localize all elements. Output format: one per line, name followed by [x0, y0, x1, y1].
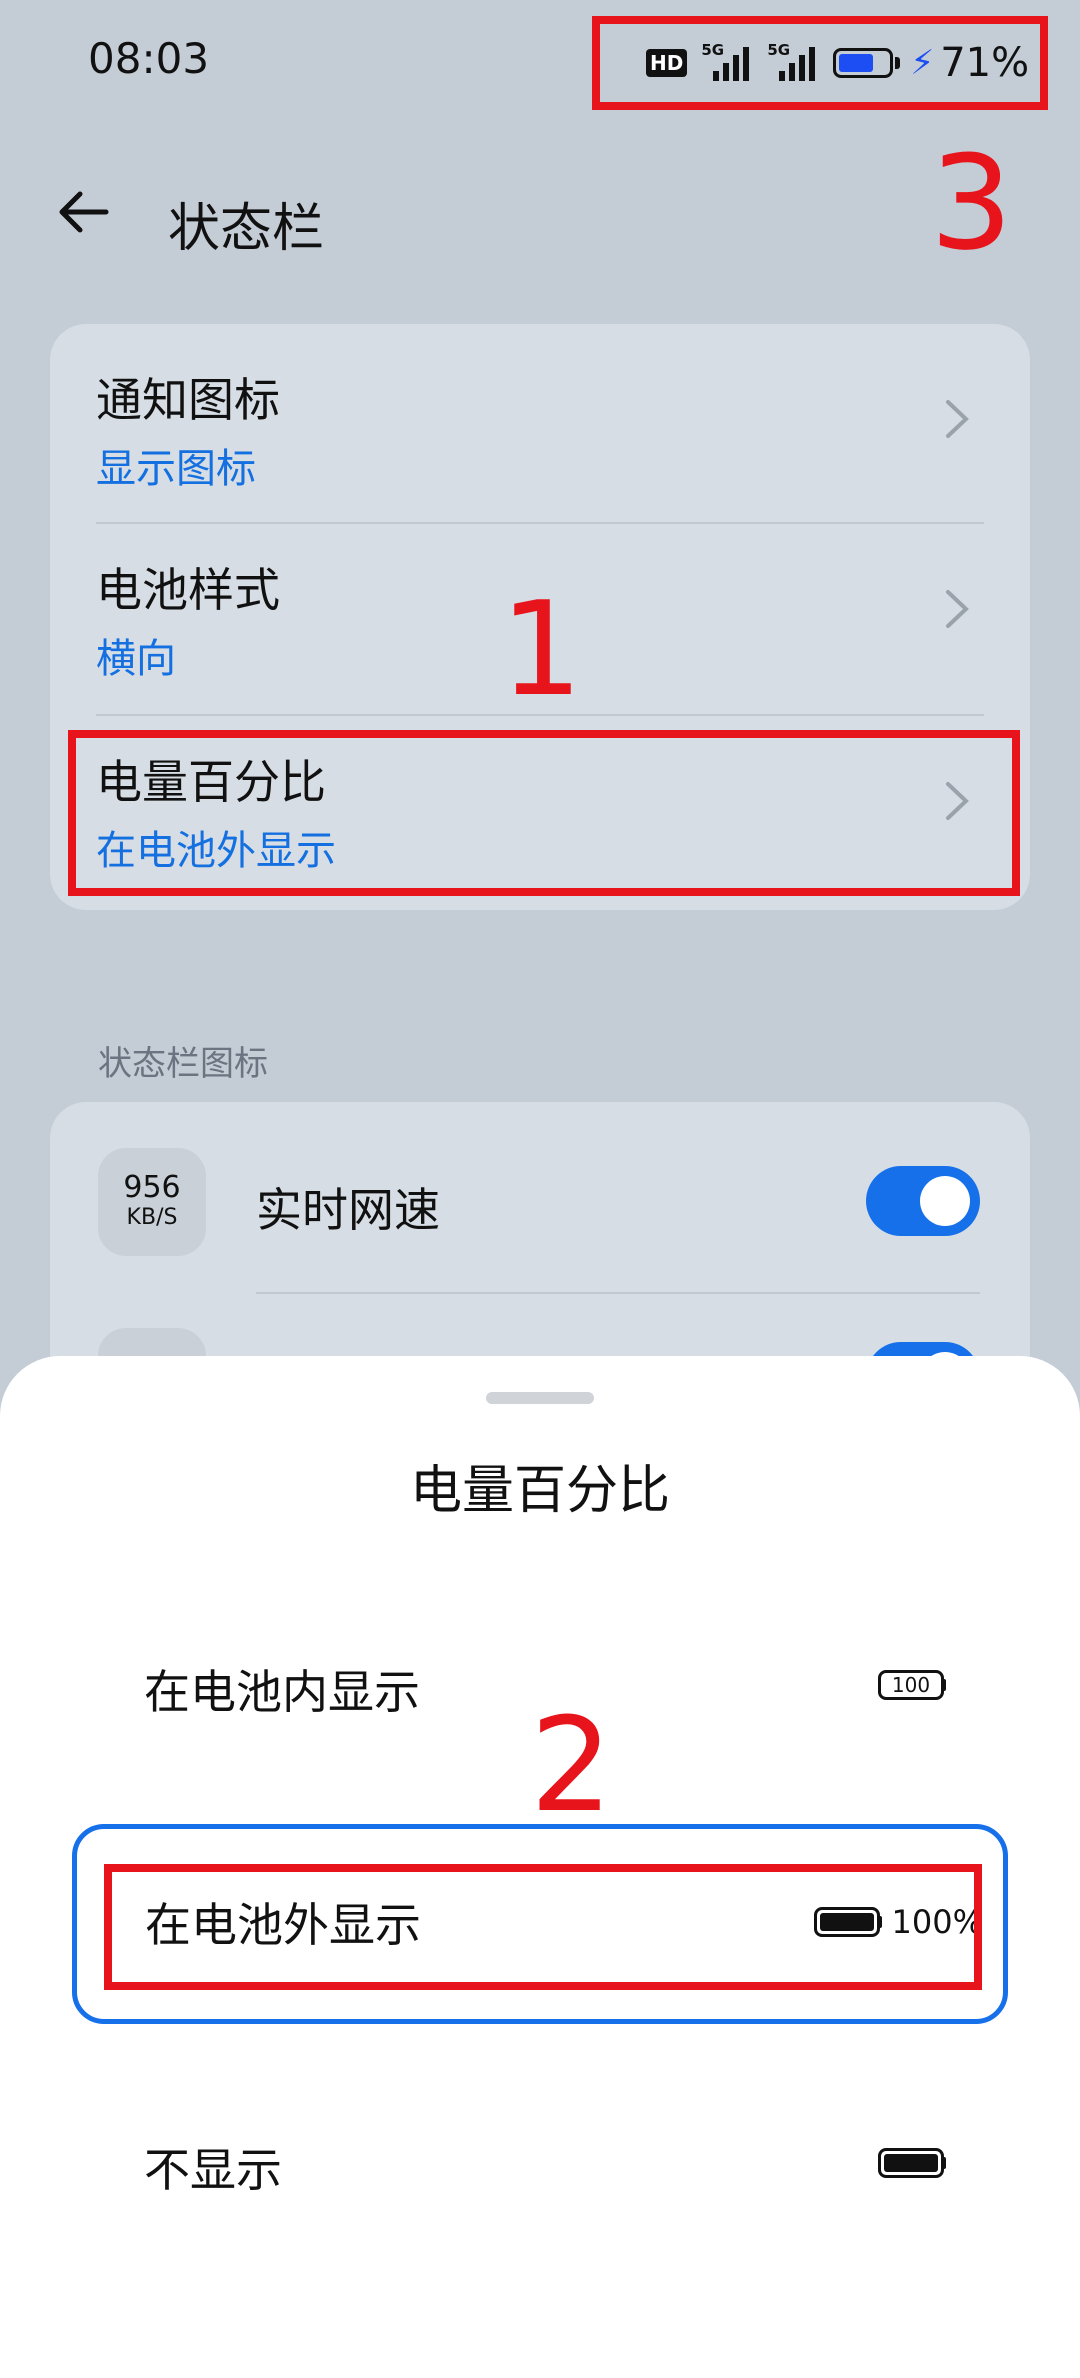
net-speed-toggle[interactable] — [866, 1166, 980, 1236]
annotation-box-2 — [104, 1864, 982, 1990]
status-time: 08:03 — [88, 34, 210, 83]
battery-inside-preview-icon: 100 — [878, 1670, 946, 1700]
net-speed-value: 956 — [123, 1170, 181, 1205]
setting-title: 通知图标 — [96, 373, 280, 427]
setting-title: 电池样式 — [96, 563, 280, 617]
battery-tip — [942, 2157, 946, 2169]
setting-value: 横向 — [96, 636, 176, 682]
annotation-box-1 — [68, 730, 1020, 896]
drag-handle[interactable] — [486, 1392, 594, 1404]
setting-value: 显示图标 — [96, 446, 256, 492]
chevron-right-icon — [946, 590, 969, 628]
net-speed-icon: 956 KB/S — [98, 1148, 206, 1256]
setting-notification-icons[interactable]: 通知图标 显示图标 — [50, 324, 1030, 514]
sheet-title: 电量百分比 — [409, 1461, 670, 1521]
annotation-box-3 — [592, 16, 1048, 110]
option-label: 不显示 — [144, 2143, 282, 2197]
battery-solid-icon — [878, 2148, 944, 2178]
net-speed-label: 实时网速 — [256, 1183, 440, 1237]
annotation-number-2: 2 — [530, 1689, 613, 1841]
annotation-number-1: 1 — [500, 573, 583, 725]
toggle-knob — [920, 1176, 970, 1226]
option-hide[interactable]: 不显示 — [72, 2070, 1008, 2270]
section-label: 状态栏图标 — [98, 1044, 268, 1084]
divider — [256, 1292, 980, 1294]
page-title: 状态栏 — [168, 199, 325, 259]
option-label: 在电池内显示 — [144, 1665, 420, 1719]
page-header: 状态栏 — [0, 160, 1080, 280]
battery-tip — [942, 1679, 946, 1691]
back-arrow-icon[interactable] — [54, 182, 114, 242]
net-speed-unit: KB/S — [126, 1205, 178, 1230]
annotation-number-3: 3 — [930, 127, 1013, 279]
chevron-right-icon — [946, 400, 969, 438]
battery-outline-icon: 100 — [878, 1670, 944, 1700]
battery-hidden-preview-icon — [878, 2148, 946, 2178]
